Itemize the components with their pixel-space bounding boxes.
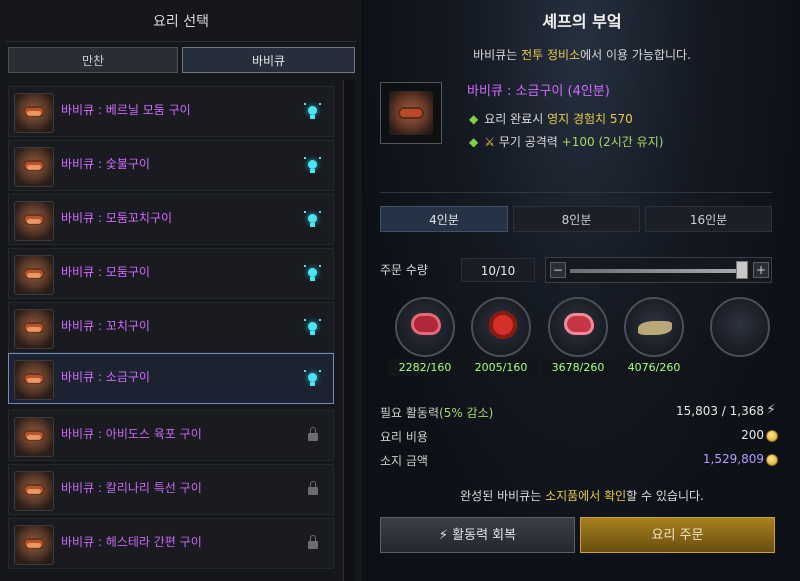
fish-icon xyxy=(638,321,672,335)
lock-icon xyxy=(307,535,319,553)
quantity-slider[interactable]: − + xyxy=(545,257,772,283)
bbq-dish-icon xyxy=(14,471,54,511)
quantity-label: 주문 수량 xyxy=(380,263,428,277)
held-gold-value: 1,529,809 xyxy=(702,452,764,466)
recipe-name: 바비큐 : 베르닐 모둠 구이 xyxy=(61,103,191,117)
energy-required-value: 15,803 / 1,368 xyxy=(675,404,764,418)
dish-effect-exp: ◆ 요리 완료시 영지 경험치 570 xyxy=(469,112,633,126)
panel-subtitle: 바비큐는 전투 정비소에서 이용 가능합니다. xyxy=(473,48,691,62)
lightbulb-icon xyxy=(304,211,321,229)
bbq-dish-icon xyxy=(14,201,54,241)
recipe-name: 바비큐 : 헤스테라 간편 구이 xyxy=(61,535,202,549)
recipe-list: 바비큐 : 베르닐 모둠 구이 바비큐 : 숯불구이 바비큐 : 모둠꼬치구이 … xyxy=(8,80,342,581)
recipe-list-scrollbar[interactable] xyxy=(343,80,355,581)
energy-icon: ⚡ xyxy=(438,528,449,543)
recipe-name: 바비큐 : 아비도스 육포 구이 xyxy=(61,427,202,441)
decrease-button[interactable]: − xyxy=(550,262,566,278)
order-cooking-button[interactable]: 요리 주문 xyxy=(580,517,775,553)
held-gold-label: 소지 금액 xyxy=(380,454,428,468)
recipe-row[interactable]: 바비큐 : 숯불구이 xyxy=(8,140,334,191)
bbq-dish-icon xyxy=(14,360,54,400)
bbq-dish-icon xyxy=(14,93,54,133)
recipe-name: 바비큐 : 꼬치구이 xyxy=(61,319,150,333)
increase-button[interactable]: + xyxy=(753,262,769,278)
recipe-row[interactable]: 바비큐 : 베르닐 모둠 구이 xyxy=(8,86,334,137)
sword-buff-icon: ⚔ xyxy=(484,135,495,149)
gold-coin-icon xyxy=(766,454,778,466)
recipe-row[interactable]: 바비큐 : 헤스테라 간편 구이 xyxy=(8,518,334,569)
dish-effect-attack: ◆ ⚔ 무기 공격력 +100 (2시간 유지) xyxy=(469,135,664,149)
selected-dish-name: 바비큐 : 소금구이 (4인분) xyxy=(467,84,610,99)
material-slot[interactable]: 2282/160 xyxy=(388,296,468,382)
tab-side-dish[interactable]: 만찬 xyxy=(8,47,178,73)
tab-barbecue[interactable]: 바비큐 xyxy=(182,47,355,73)
divider xyxy=(6,41,356,42)
selected-dish-icon xyxy=(380,82,442,144)
recipe-name: 바비큐 : 숯불구이 xyxy=(61,157,150,171)
raw-meat-icon xyxy=(564,313,594,335)
recipe-row[interactable]: 바비큐 : 칼리나리 특선 구이 xyxy=(8,464,334,515)
cooking-cost-label: 요리 비용 xyxy=(380,430,428,444)
tab-portion-4[interactable]: 4인분 xyxy=(380,206,508,232)
meat-icon xyxy=(411,313,441,335)
gold-coin-icon xyxy=(766,430,778,442)
recipe-name: 바비큐 : 소금구이 xyxy=(61,370,150,384)
lock-icon xyxy=(307,427,319,445)
lightbulb-icon xyxy=(304,319,321,337)
material-slot-empty[interactable] xyxy=(703,296,783,382)
lightbulb-icon xyxy=(304,157,321,175)
cooking-cost-value: 200 xyxy=(741,428,764,442)
completion-note: 완성된 바비큐는 소지품에서 확인할 수 있습니다. xyxy=(460,489,704,503)
recover-energy-button[interactable]: ⚡ 활동력 회복 xyxy=(380,517,575,553)
quantity-field[interactable]: 10/10 xyxy=(461,258,535,282)
bbq-dish-icon xyxy=(14,255,54,295)
lightbulb-icon xyxy=(304,265,321,283)
energy-required-label: 필요 활동력(5% 감소) xyxy=(380,406,494,420)
material-amount: 2282/160 xyxy=(388,359,462,376)
bbq-dish-icon xyxy=(14,309,54,349)
slider-track[interactable] xyxy=(570,269,740,273)
bbq-dish-icon xyxy=(14,525,54,565)
recipe-name: 바비큐 : 칼리나리 특선 구이 xyxy=(61,481,202,495)
recipe-row-selected[interactable]: 바비큐 : 소금구이 xyxy=(8,353,334,404)
recipe-select-title: 요리 선택 xyxy=(153,14,209,30)
material-amount: 3678/260 xyxy=(541,359,615,376)
material-slot[interactable]: 3678/260 xyxy=(541,296,621,382)
material-amount: 2005/160 xyxy=(464,359,538,376)
lightbulb-icon xyxy=(304,103,321,121)
divider xyxy=(380,192,772,193)
bbq-dish-icon xyxy=(14,417,54,457)
recipe-name: 바비큐 : 모둠구이 xyxy=(61,265,150,279)
material-amount: 4076/260 xyxy=(617,359,691,376)
panel-title: 셰프의 부엌 xyxy=(542,12,622,31)
lightbulb-icon xyxy=(304,370,321,388)
recipe-row[interactable]: 바비큐 : 모둠꼬치구이 xyxy=(8,194,334,245)
recipe-row[interactable]: 바비큐 : 모둠구이 xyxy=(8,248,334,299)
tab-portion-16[interactable]: 16인분 xyxy=(645,206,772,232)
material-slot[interactable]: 2005/160 xyxy=(464,296,544,382)
crab-icon xyxy=(489,311,517,339)
bbq-dish-icon xyxy=(14,147,54,187)
recipe-name: 바비큐 : 모둠꼬치구이 xyxy=(61,211,173,225)
material-slot[interactable]: 4076/260 xyxy=(617,296,697,382)
tab-portion-8[interactable]: 8인분 xyxy=(513,206,640,232)
energy-icon: ⚡ xyxy=(766,402,776,418)
recipe-row[interactable]: 바비큐 : 꼬치구이 xyxy=(8,302,334,353)
slider-handle[interactable] xyxy=(736,261,748,279)
recipe-row[interactable]: 바비큐 : 아비도스 육포 구이 xyxy=(8,410,334,461)
lock-icon xyxy=(307,481,319,499)
